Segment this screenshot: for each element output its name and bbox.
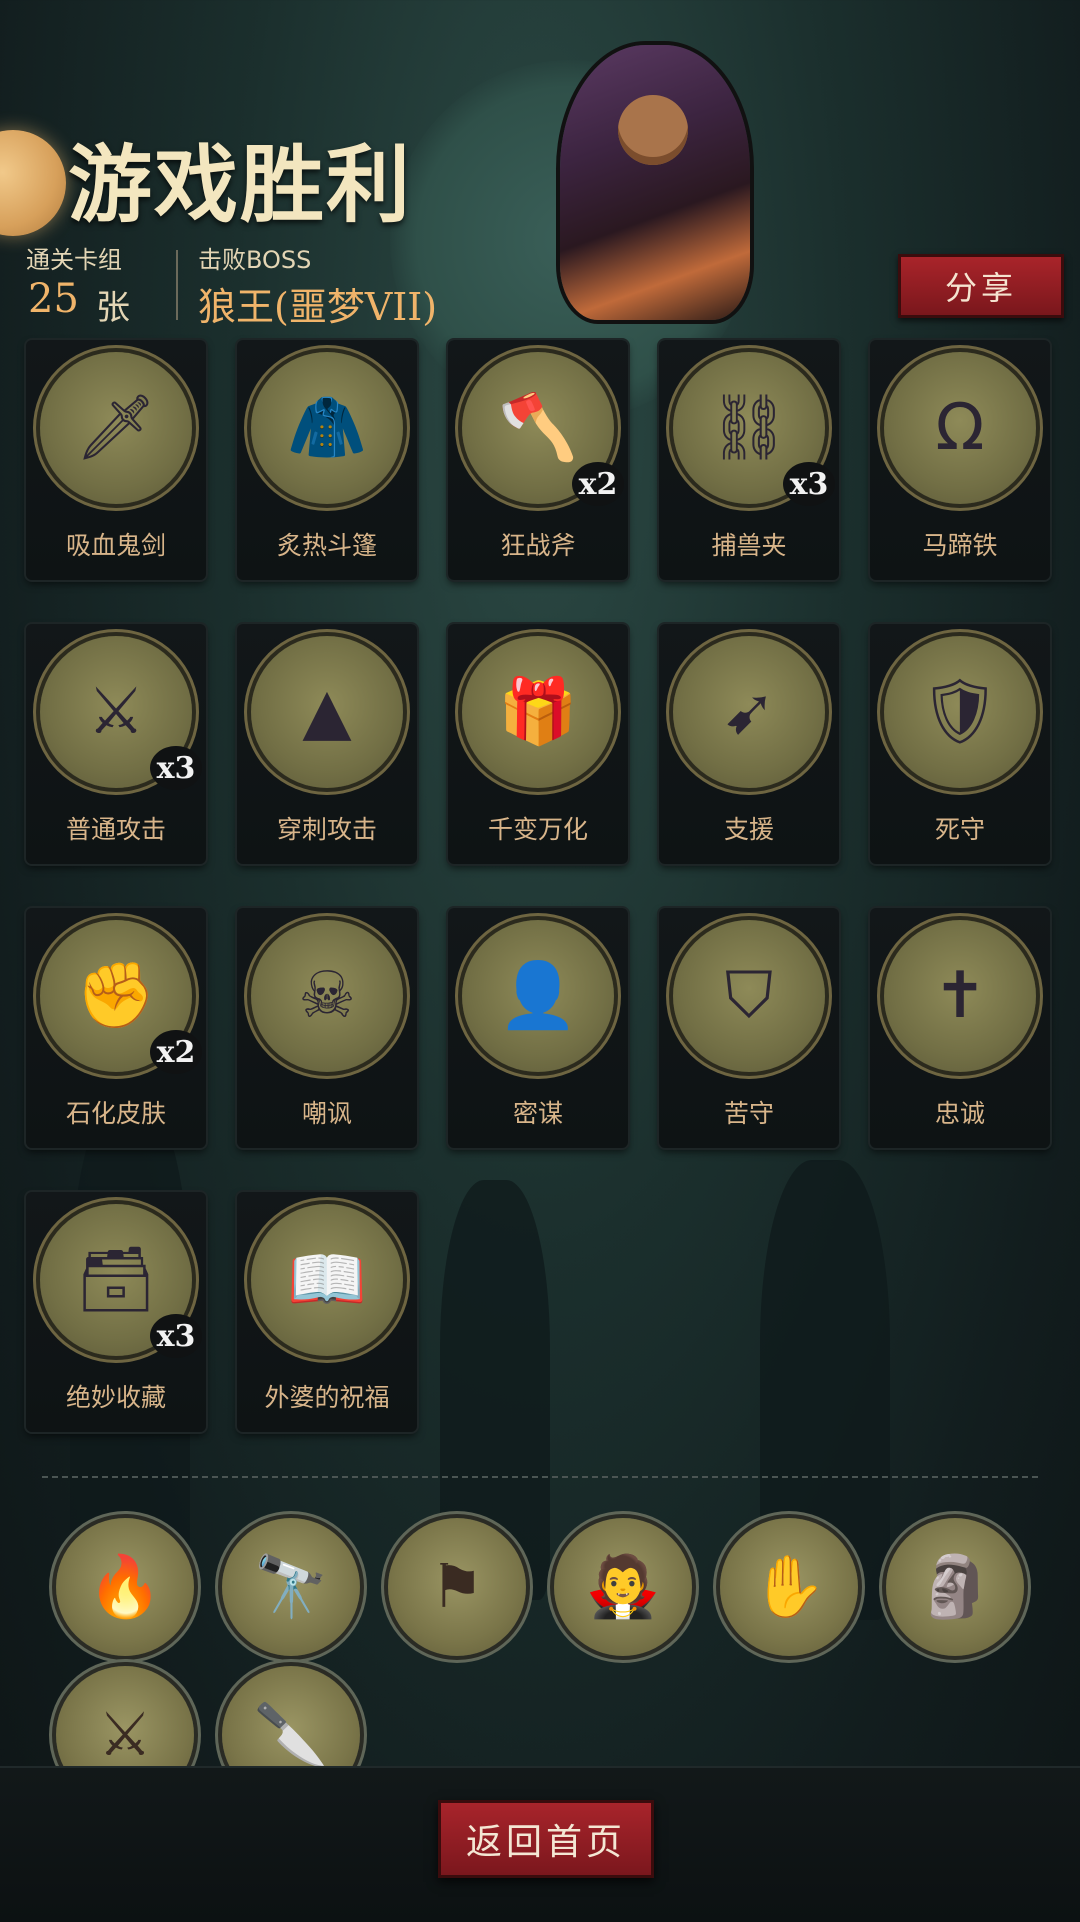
card-count-badge: x3 [150, 1314, 202, 1358]
card-name: 捕兽夹 [711, 531, 787, 560]
card-name: 嘲讽 [301, 1099, 352, 1128]
victory-badge-icon [0, 130, 66, 236]
card-count-unit: 张 [96, 288, 130, 328]
deck-card[interactable]: ➹ 支援 [659, 624, 839, 864]
deck-card[interactable]: ✊ x2 石化皮肤 [26, 908, 206, 1148]
card-name: 炙热斗篷 [276, 531, 377, 560]
deck-card[interactable]: 👤 密谋 [448, 908, 628, 1148]
page-title: 游戏胜利 [68, 136, 413, 234]
deck-card[interactable]: 🧥 炙热斗篷 [237, 340, 417, 580]
deck-card[interactable]: Ω 马蹄铁 [870, 340, 1050, 580]
spyglass-icon[interactable]: 🔭 [222, 1518, 360, 1656]
deck-card[interactable]: 🗡 吸血鬼剑 [26, 340, 206, 580]
holy-cross-icon: ✝ [884, 920, 1036, 1072]
return-home-button[interactable]: 返回首页 [438, 1800, 654, 1878]
deck-card[interactable]: 🛡 死守 [870, 624, 1050, 864]
card-name: 外婆的祝福 [264, 1383, 390, 1412]
magic-hand-icon[interactable]: ✋ [720, 1518, 858, 1656]
card-name: 石化皮肤 [65, 1099, 166, 1128]
section-divider [42, 1476, 1038, 1478]
horseshoe-icon: Ω [884, 352, 1036, 504]
card-name: 支援 [723, 815, 774, 844]
gargoyle-statue-icon[interactable]: 🗿 [886, 1518, 1024, 1656]
card-name: 忠诚 [934, 1099, 985, 1128]
taunt-icon: ☠ [251, 920, 403, 1072]
deck-card[interactable]: 🪓 x2 狂战斧 [448, 340, 628, 580]
deck-card[interactable]: ☠ 嘲讽 [237, 908, 417, 1148]
deck-card[interactable]: 🗃 x3 绝妙收藏 [26, 1192, 206, 1432]
defender-icon: 🛡 [884, 636, 1036, 788]
vampire-icon[interactable]: 🧛 [554, 1518, 692, 1656]
card-name: 吸血鬼剑 [65, 531, 166, 560]
pirate-flag-icon[interactable]: ⚑ [388, 1518, 526, 1656]
card-name: 绝妙收藏 [65, 1383, 166, 1412]
hero-face [618, 95, 688, 165]
card-name: 苦守 [723, 1099, 774, 1128]
stat-divider [176, 250, 178, 320]
hero-character-icon [560, 45, 750, 320]
red-cloak-icon: 🧥 [251, 352, 403, 504]
deck-card[interactable]: ⛉ 苦守 [659, 908, 839, 1148]
victory-header: 游戏胜利 通关卡组 25 张 击败BOSS 狼王(噩梦VII) 分享 [0, 0, 1080, 330]
deck-card[interactable]: ⚔ x3 普通攻击 [26, 624, 206, 864]
deck-card[interactable]: 🎁 千变万化 [448, 624, 628, 864]
stage-label: 通关卡组 [26, 246, 122, 274]
card-name: 穿刺攻击 [276, 815, 377, 844]
deck-card[interactable]: ⛓ x3 捕兽夹 [659, 340, 839, 580]
fire-goblin-icon[interactable]: 🔥 [56, 1518, 194, 1656]
card-count-badge: x2 [572, 462, 624, 506]
card-name: 千变万化 [487, 815, 588, 844]
card-name: 狂战斧 [500, 531, 576, 560]
grandma-book-icon: 📖 [251, 1204, 403, 1356]
card-count-value: 25 [28, 276, 79, 322]
deck-card[interactable]: 📖 外婆的祝福 [237, 1192, 417, 1432]
deck-card[interactable]: ▲ 穿刺攻击 [237, 624, 417, 864]
boss-name: 狼王(噩梦VII) [198, 285, 438, 329]
card-name: 马蹄铁 [922, 531, 998, 560]
vampire-sword-icon: 🗡 [40, 352, 192, 504]
card-count-badge: x2 [150, 1030, 202, 1074]
share-button[interactable]: 分享 [898, 254, 1064, 318]
card-name: 密谋 [512, 1099, 563, 1128]
card-count-badge: x3 [150, 746, 202, 790]
card-count-badge: x3 [783, 462, 835, 506]
jack-in-box-icon: 🎁 [462, 636, 614, 788]
hooded-conspirators-icon: 👤 [462, 920, 614, 1072]
support-arrows-icon: ➹ [673, 636, 825, 788]
card-name: 普通攻击 [65, 815, 166, 844]
card-name: 死守 [934, 815, 985, 844]
wooden-shield-icon: ⛉ [673, 920, 825, 1072]
boss-label: 击败BOSS [198, 246, 312, 274]
spike-attack-icon: ▲ [251, 636, 403, 788]
deck-card[interactable]: ✝ 忠诚 [870, 908, 1050, 1148]
